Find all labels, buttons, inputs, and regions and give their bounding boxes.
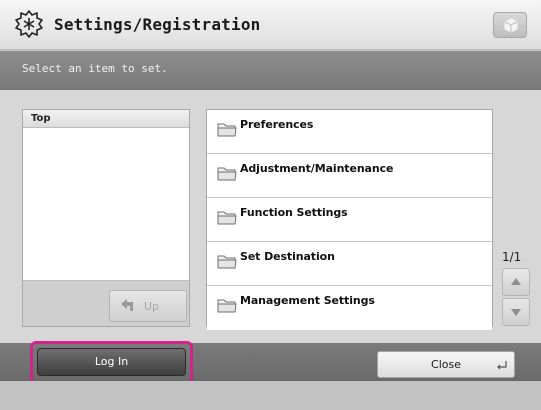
list-item-function-settings[interactable]: Function Settings <box>207 198 492 242</box>
close-button-label: Close <box>431 358 461 371</box>
title-bar: Settings/Registration <box>0 0 541 50</box>
item-label: Preferences <box>240 118 314 131</box>
item-label: Management Settings <box>240 294 375 307</box>
page-title: Settings/Registration <box>54 15 261 34</box>
tree-header: Top <box>23 110 189 128</box>
page-indicator: 1/1 <box>502 250 522 264</box>
list-item-adjustment-maintenance[interactable]: Adjustment/Maintenance <box>207 154 492 198</box>
settings-gear-icon <box>15 10 43 38</box>
tree-footer: Up <box>23 280 189 326</box>
bottom-strip <box>0 381 541 410</box>
enter-icon <box>497 361 507 370</box>
triangle-up-icon <box>511 278 521 285</box>
folder-icon <box>217 211 237 225</box>
list-item-management-settings[interactable]: Management Settings <box>207 286 492 330</box>
item-label: Adjustment/Maintenance <box>240 162 394 175</box>
triangle-down-icon <box>511 309 521 316</box>
list-item-preferences[interactable]: Preferences <box>207 110 492 154</box>
header-action-button[interactable] <box>493 12 527 38</box>
scroll-up-button[interactable] <box>502 268 530 296</box>
item-label: Set Destination <box>240 250 335 263</box>
tree-panel: Top Up <box>22 109 190 327</box>
item-label: Function Settings <box>240 206 348 219</box>
cube-icon <box>504 18 518 33</box>
up-arrow-icon <box>121 299 133 311</box>
instruction-bar: Select an item to set. <box>0 51 541 90</box>
close-button[interactable]: Close <box>377 351 515 378</box>
scroll-down-button[interactable] <box>502 298 530 326</box>
settings-item-list: Preferences Adjustment/Maintenance Funct… <box>206 109 493 330</box>
folder-icon <box>217 167 237 181</box>
folder-icon <box>217 255 237 269</box>
folder-icon <box>217 123 237 137</box>
list-item-set-destination[interactable]: Set Destination <box>207 242 492 286</box>
folder-icon <box>217 299 237 313</box>
up-button-label: Up <box>144 300 160 313</box>
up-button[interactable]: Up <box>109 290 187 322</box>
login-button[interactable]: Log In <box>37 348 186 376</box>
